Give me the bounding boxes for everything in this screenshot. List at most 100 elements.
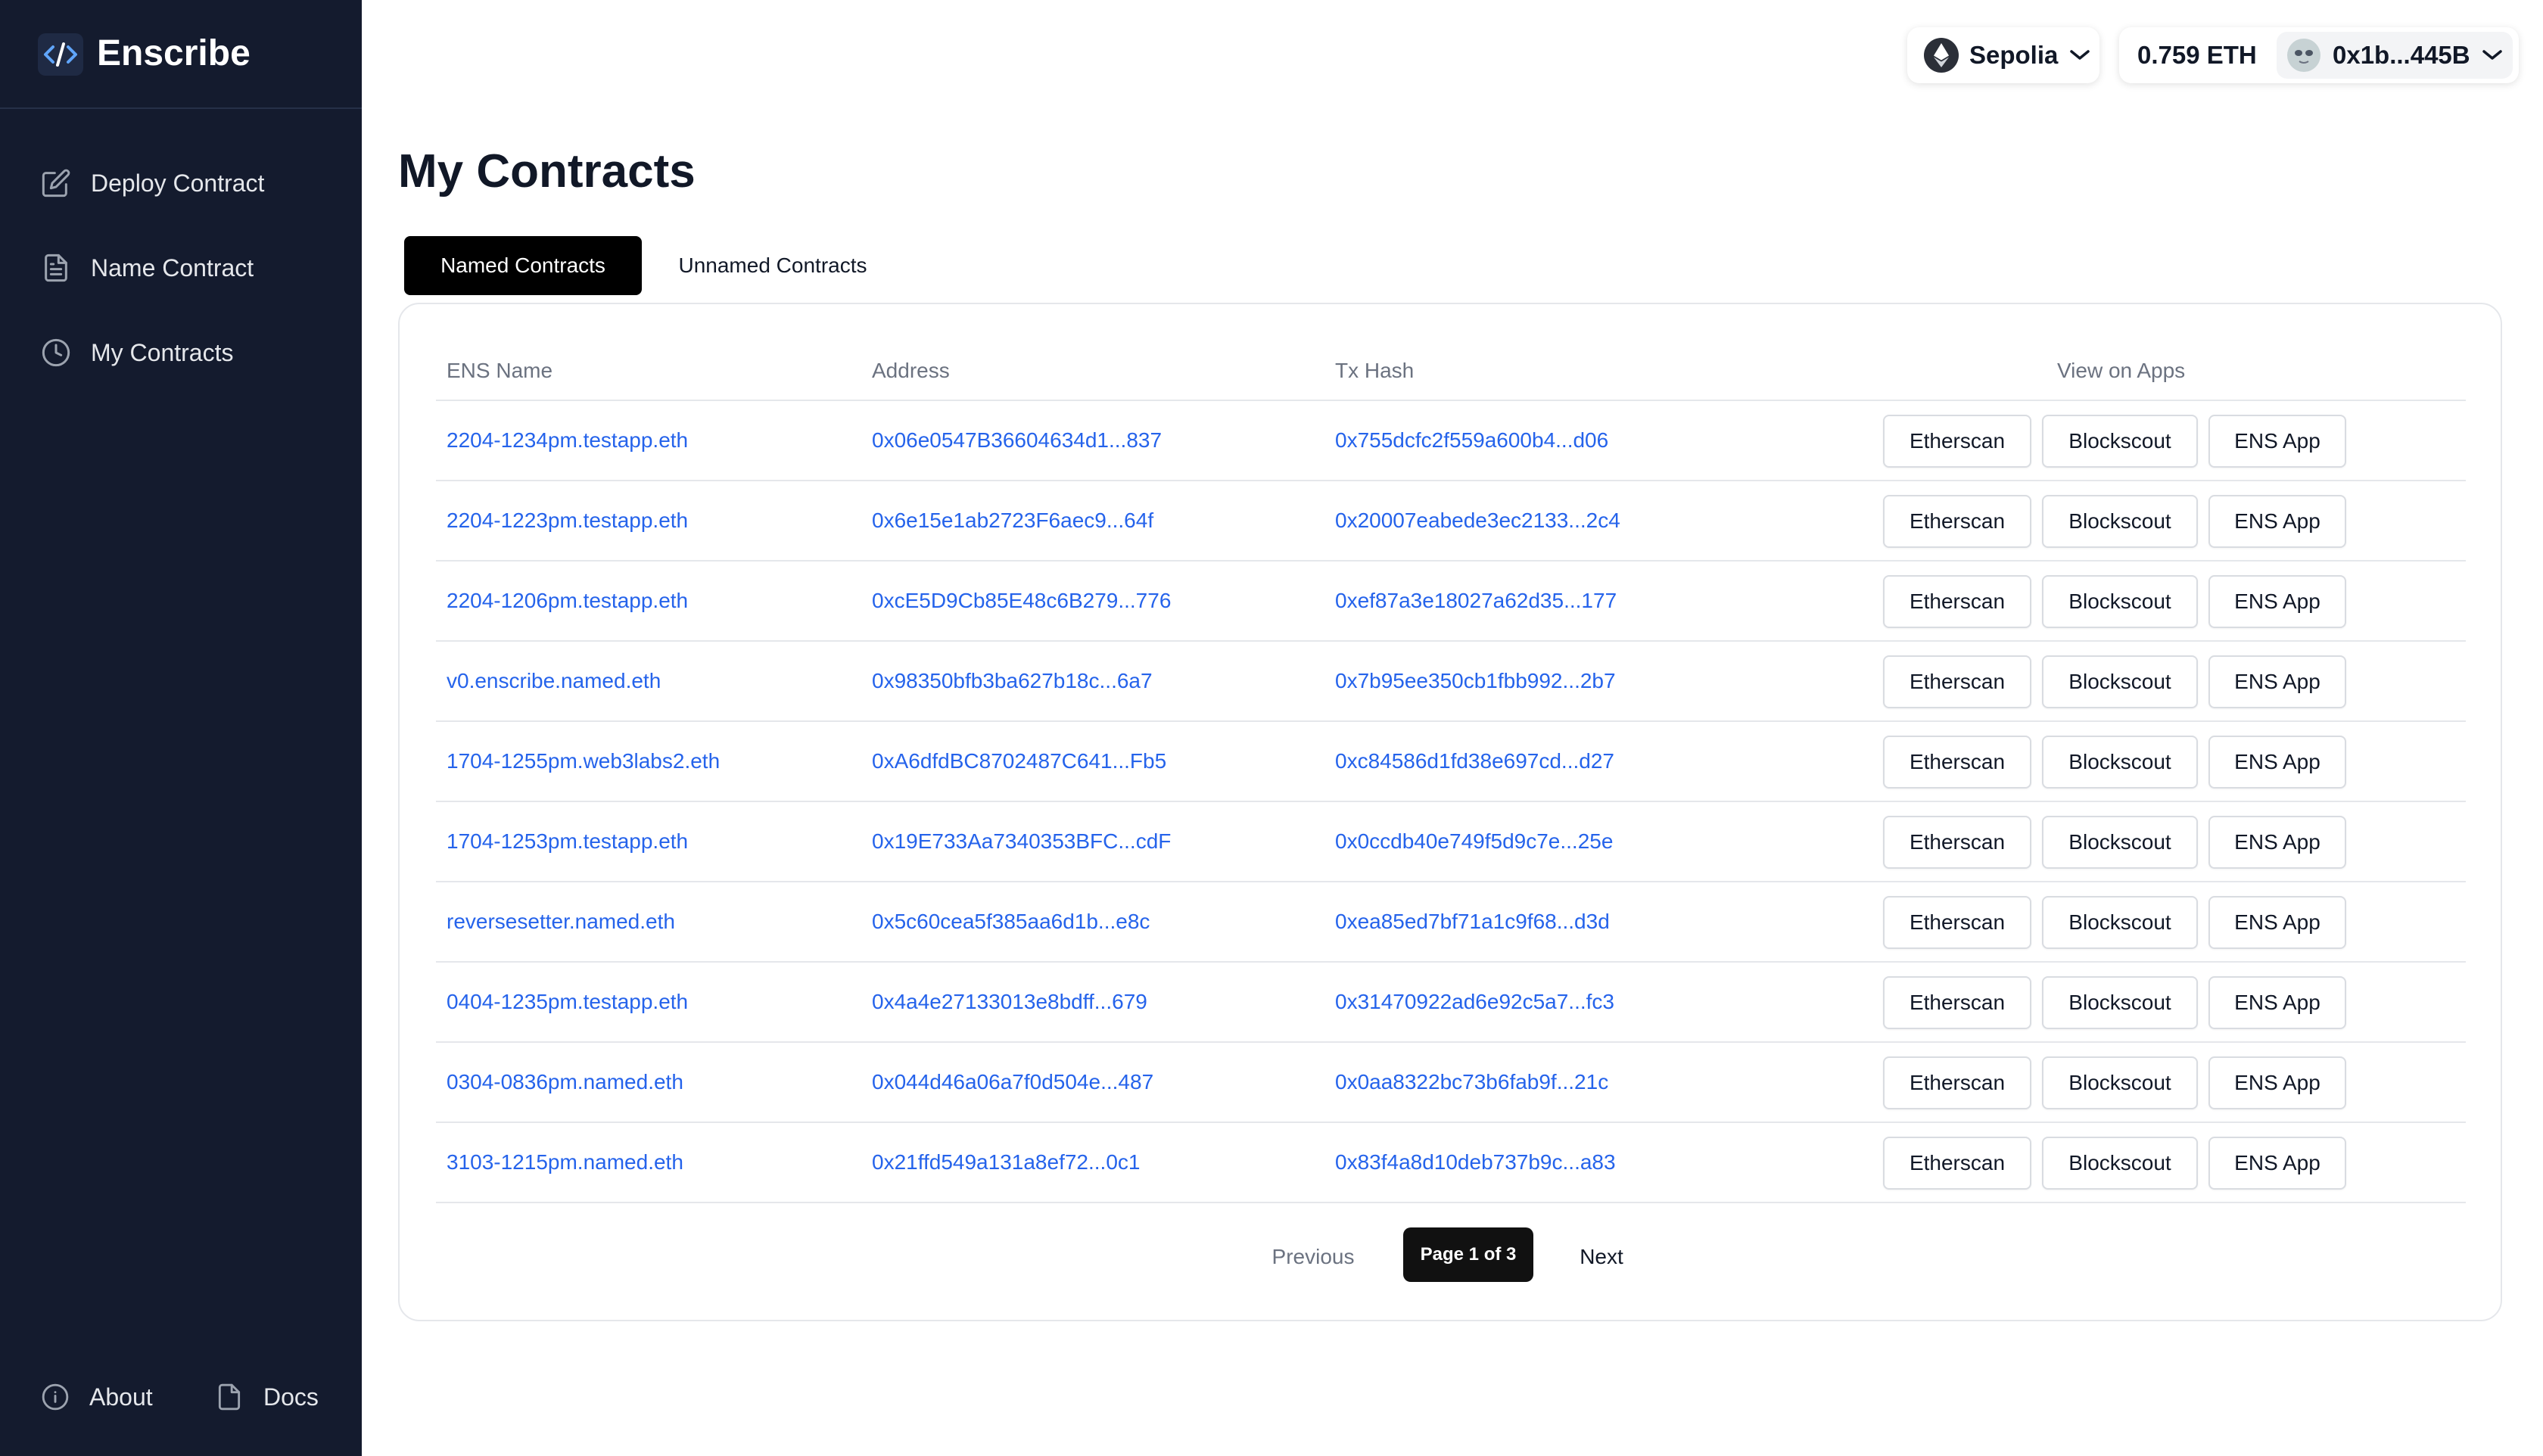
sidebar: Enscribe Deploy Contract Name Contract M…	[0, 0, 362, 1456]
sidebar-item-deploy-contract[interactable]: Deploy Contract	[41, 159, 264, 207]
sidebar-item-name-contract[interactable]: Name Contract	[41, 244, 254, 292]
ens-app-button[interactable]: ENS App	[2208, 655, 2346, 708]
ens-app-button[interactable]: ENS App	[2208, 896, 2346, 949]
page-title: My Contracts	[398, 145, 696, 198]
row-divider	[436, 1202, 2466, 1203]
network-selector[interactable]: Sepolia	[1907, 27, 2099, 83]
blockscout-button[interactable]: Blockscout	[2042, 896, 2198, 949]
etherscan-button[interactable]: Etherscan	[1883, 495, 2031, 548]
blockscout-button[interactable]: Blockscout	[2042, 816, 2198, 869]
code-logo-icon	[38, 33, 83, 76]
chevron-down-icon	[2070, 50, 2090, 60]
ens-name-link[interactable]: 2204-1206pm.testapp.eth	[447, 562, 688, 640]
ens-name-link[interactable]: 1704-1255pm.web3labs2.eth	[447, 722, 720, 801]
tx-hash-link[interactable]: 0x7b95ee350cb1fbb992...2b7	[1335, 642, 1616, 720]
sidebar-item-my-contracts[interactable]: My Contracts	[41, 328, 233, 377]
column-header-view-on-apps: View on Apps	[2057, 359, 2186, 382]
file-icon	[218, 1383, 241, 1411]
table-row: 2204-1206pm.testapp.eth 0xcE5D9Cb85E48c6B…	[436, 562, 2466, 642]
tx-hash-link[interactable]: 0x0ccdb40e749f5d9c7e...25e	[1335, 802, 1613, 881]
etherscan-button[interactable]: Etherscan	[1883, 1137, 2031, 1190]
ens-name-link[interactable]: 2204-1223pm.testapp.eth	[447, 481, 688, 560]
etherscan-button[interactable]: Etherscan	[1883, 655, 2031, 708]
address-link[interactable]: 0x21ffd549a131a8ef72...0c1	[872, 1123, 1140, 1202]
address-link[interactable]: 0xcE5D9Cb85E48c6B279...776	[872, 562, 1171, 640]
previous-page-button[interactable]: Previous	[1256, 1230, 1370, 1283]
address-link[interactable]: 0x19E733Aa7340353BFC...cdF	[872, 802, 1171, 881]
tab-unnamed-contracts[interactable]: Unnamed Contracts	[655, 236, 890, 295]
ens-app-button[interactable]: ENS App	[2208, 575, 2346, 628]
ens-app-button[interactable]: ENS App	[2208, 1056, 2346, 1109]
sidebar-item-label: My Contracts	[91, 338, 234, 366]
address-link[interactable]: 0x4a4e27133013e8bdff...679	[872, 963, 1147, 1041]
tx-hash-link[interactable]: 0xc84586d1fd38e697cd...d27	[1335, 722, 1614, 801]
chevron-down-icon	[2482, 50, 2502, 60]
address-link[interactable]: 0x98350bfb3ba627b18c...6a7	[872, 642, 1153, 720]
info-icon	[42, 1383, 69, 1411]
wallet-chip: 0.759 ETH 0x1b...445B	[2119, 27, 2519, 83]
clock-icon	[42, 338, 70, 367]
etherscan-button[interactable]: Etherscan	[1883, 1056, 2031, 1109]
etherscan-button[interactable]: Etherscan	[1883, 575, 2031, 628]
blockscout-button[interactable]: Blockscout	[2042, 415, 2198, 468]
table-row: 2204-1223pm.testapp.eth 0x6e15e1ab2723F6a…	[436, 481, 2466, 562]
sidebar-footer-docs[interactable]: Docs	[215, 1373, 319, 1421]
blockscout-button[interactable]: Blockscout	[2042, 1056, 2198, 1109]
ens-name-link[interactable]: 0304-0836pm.named.eth	[447, 1043, 683, 1122]
etherscan-button[interactable]: Etherscan	[1883, 736, 2031, 789]
ens-name-link[interactable]: reversesetter.named.eth	[447, 882, 675, 961]
ens-app-button[interactable]: ENS App	[2208, 976, 2346, 1029]
ens-app-button[interactable]: ENS App	[2208, 415, 2346, 468]
network-name: Sepolia	[1969, 41, 2059, 69]
table-row: 1704-1253pm.testapp.eth 0x19E733Aa7340353…	[436, 802, 2466, 882]
sidebar-item-label: Name Contract	[91, 254, 254, 282]
table-row: v0.enscribe.named.eth 0x98350bfb3ba627b18…	[436, 642, 2466, 722]
etherscan-button[interactable]: Etherscan	[1883, 415, 2031, 468]
sidebar-footer-about[interactable]: About	[41, 1373, 153, 1421]
blockscout-button[interactable]: Blockscout	[2042, 655, 2198, 708]
etherscan-button[interactable]: Etherscan	[1883, 976, 2031, 1029]
ens-name-link[interactable]: 0404-1235pm.testapp.eth	[447, 963, 688, 1041]
tx-hash-link[interactable]: 0x83f4a8d10deb737b9c...a83	[1335, 1123, 1616, 1202]
address-link[interactable]: 0x5c60cea5f385aa6d1b...e8c	[872, 882, 1150, 961]
table-row: 0404-1235pm.testapp.eth 0x4a4e27133013e8b…	[436, 963, 2466, 1043]
etherscan-button[interactable]: Etherscan	[1883, 896, 2031, 949]
blockscout-button[interactable]: Blockscout	[2042, 575, 2198, 628]
page-indicator: Page 1 of 3	[1403, 1227, 1533, 1282]
ens-app-button[interactable]: ENS App	[2208, 816, 2346, 869]
ens-name-link[interactable]: 1704-1253pm.testapp.eth	[447, 802, 688, 881]
table-row: reversesetter.named.eth 0x5c60cea5f385aa6…	[436, 882, 2466, 963]
blockscout-button[interactable]: Blockscout	[2042, 1137, 2198, 1190]
column-header-address: Address	[872, 359, 950, 382]
blockscout-button[interactable]: Blockscout	[2042, 976, 2198, 1029]
etherscan-button[interactable]: Etherscan	[1883, 816, 2031, 869]
ens-app-button[interactable]: ENS App	[2208, 736, 2346, 789]
brand-name[interactable]: Enscribe	[97, 30, 251, 77]
ens-app-button[interactable]: ENS App	[2208, 495, 2346, 548]
blockscout-button[interactable]: Blockscout	[2042, 736, 2198, 789]
address-link[interactable]: 0x044d46a06a7f0d504e...487	[872, 1043, 1153, 1122]
tx-hash-link[interactable]: 0xef87a3e18027a62d35...177	[1335, 562, 1617, 640]
ens-name-link[interactable]: v0.enscribe.named.eth	[447, 642, 661, 720]
ens-name-link[interactable]: 2204-1234pm.testapp.eth	[447, 401, 688, 480]
table-row: 2204-1234pm.testapp.eth 0x06e0547B3660463…	[436, 401, 2466, 481]
account-button[interactable]: 0x1b...445B	[2277, 32, 2513, 79]
address-link[interactable]: 0xA6dfdBC8702487C641...Fb5	[872, 722, 1166, 801]
sidebar-item-label: Deploy Contract	[91, 169, 265, 197]
document-icon	[45, 254, 67, 282]
edit-icon	[42, 169, 70, 198]
ens-app-button[interactable]: ENS App	[2208, 1137, 2346, 1190]
next-page-button[interactable]: Next	[1549, 1230, 1654, 1283]
tx-hash-link[interactable]: 0x0aa8322bc73b6fab9f...21c	[1335, 1043, 1608, 1122]
tx-hash-link[interactable]: 0xea85ed7bf71a1c9f68...d3d	[1335, 882, 1610, 961]
tx-hash-link[interactable]: 0x20007eabede3ec2133...2c4	[1335, 481, 1620, 560]
tx-hash-link[interactable]: 0x31470922ad6e92c5a7...fc3	[1335, 963, 1614, 1041]
ens-name-link[interactable]: 3103-1215pm.named.eth	[447, 1123, 683, 1202]
address-link[interactable]: 0x06e0547B36604634d1...837	[872, 401, 1162, 480]
tab-named-contracts[interactable]: Named Contracts	[404, 236, 642, 295]
tx-hash-link[interactable]: 0x755dcfc2f559a600b4...d06	[1335, 401, 1608, 480]
wallet-balance: 0.759 ETH	[2137, 41, 2257, 69]
column-header-tx-hash: Tx Hash	[1335, 359, 1415, 382]
blockscout-button[interactable]: Blockscout	[2042, 495, 2198, 548]
address-link[interactable]: 0x6e15e1ab2723F6aec9...64f	[872, 481, 1153, 560]
